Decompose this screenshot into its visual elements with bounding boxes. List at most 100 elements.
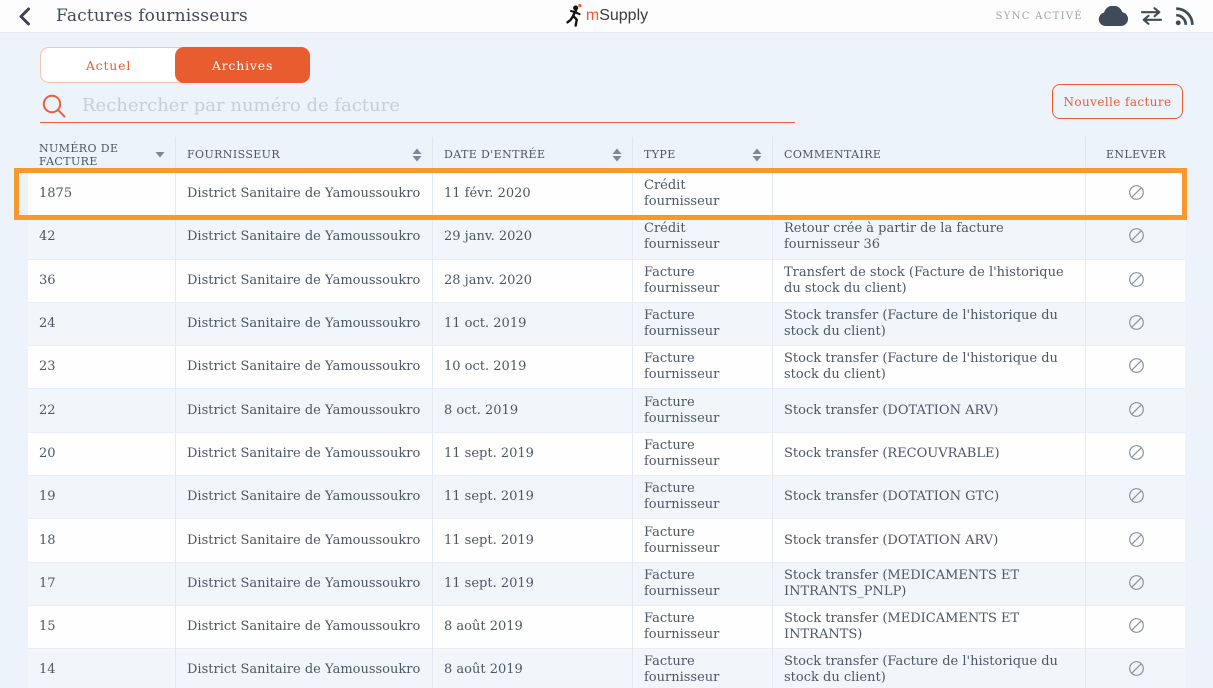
invoice-row[interactable]: 18District Sanitaire de Yamoussoukro11 s… — [28, 519, 1185, 562]
cell-number: 17 — [28, 563, 175, 606]
column-header-date-d-entr-e[interactable]: DATE D'ENTRÉE — [432, 137, 632, 172]
cell-remove — [1085, 519, 1185, 562]
remove-invoice-button[interactable] — [1128, 487, 1145, 507]
cell-supplier: District Sanitaire de Yamoussoukro — [175, 519, 432, 562]
cell-remove — [1085, 389, 1185, 432]
cell-remove — [1085, 649, 1185, 688]
remove-invoice-button[interactable] — [1128, 357, 1145, 377]
tab-archives[interactable]: Archives — [175, 47, 310, 83]
circle-slash-icon — [1128, 227, 1145, 247]
remove-invoice-button[interactable] — [1128, 444, 1145, 464]
invoice-row[interactable]: 19District Sanitaire de Yamoussoukro11 s… — [28, 476, 1185, 519]
invoice-row[interactable]: 24District Sanitaire de Yamoussoukro11 o… — [28, 303, 1185, 346]
invoice-row[interactable]: 14District Sanitaire de Yamoussoukro8 ao… — [28, 649, 1185, 688]
cell-comment: Stock transfer (Facture de l'historique … — [772, 649, 1085, 688]
cell-type: Crédit fournisseur — [632, 216, 772, 259]
column-label: ENLEVER — [1106, 148, 1166, 161]
invoice-row[interactable]: 42District Sanitaire de Yamoussoukro29 j… — [28, 216, 1185, 259]
circle-slash-icon — [1128, 357, 1145, 377]
invoice-row[interactable]: 23District Sanitaire de Yamoussoukro10 o… — [28, 346, 1185, 389]
main-content: Actuel Archives Nouvelle facture NUMÉRO … — [0, 33, 1213, 688]
tab-actuel[interactable]: Actuel — [41, 48, 176, 82]
cell-comment: Stock transfer (Facture de l'historique … — [772, 303, 1085, 346]
remove-invoice-button[interactable] — [1128, 314, 1145, 334]
app-header: Factures fournisseurs mSupply SYNC ACTIV… — [0, 0, 1213, 33]
cell-type: Facture fournisseur — [632, 389, 772, 432]
cell-supplier: District Sanitaire de Yamoussoukro — [175, 216, 432, 259]
new-invoice-button[interactable]: Nouvelle facture — [1052, 84, 1183, 119]
cell-date: 11 févr. 2020 — [432, 173, 632, 216]
remove-invoice-button[interactable] — [1128, 574, 1145, 594]
circle-slash-icon — [1128, 271, 1145, 291]
sort-icon — [612, 148, 622, 162]
invoice-row[interactable]: 22District Sanitaire de Yamoussoukro8 oc… — [28, 389, 1185, 432]
cell-comment: Stock transfer (DOTATION GTC) — [772, 476, 1085, 519]
sort-desc-icon — [155, 151, 165, 158]
cell-number: 1875 — [28, 173, 175, 216]
column-label: NUMÉRO DE FACTURE — [39, 142, 149, 168]
cell-remove — [1085, 606, 1185, 649]
circle-slash-icon — [1128, 401, 1145, 421]
cell-date: 11 sept. 2019 — [432, 519, 632, 562]
cloud-icon — [1097, 6, 1129, 27]
cell-comment: Stock transfer (RECOUVRABLE) — [772, 433, 1085, 476]
back-button[interactable] — [18, 3, 48, 29]
cell-number: 15 — [28, 606, 175, 649]
column-header-enlever: ENLEVER — [1085, 137, 1185, 172]
cell-type: Facture fournisseur — [632, 606, 772, 649]
wifi-icon — [1174, 6, 1195, 27]
table-body: 1875District Sanitaire de Yamoussoukro11… — [28, 173, 1185, 688]
cell-number: 18 — [28, 519, 175, 562]
circle-slash-icon — [1128, 617, 1145, 637]
cell-comment: Stock transfer (MEDICAMENTS ET INTRANTS_… — [772, 563, 1085, 606]
invoice-row[interactable]: 20District Sanitaire de Yamoussoukro11 s… — [28, 433, 1185, 476]
sort-icon — [752, 148, 762, 162]
cell-number: 36 — [28, 260, 175, 303]
invoice-row[interactable]: 36District Sanitaire de Yamoussoukro28 j… — [28, 260, 1185, 303]
remove-invoice-button[interactable] — [1128, 660, 1145, 680]
column-header-num-ro-de-facture[interactable]: NUMÉRO DE FACTURE — [28, 137, 175, 172]
circle-slash-icon — [1128, 184, 1145, 204]
cell-supplier: District Sanitaire de Yamoussoukro — [175, 389, 432, 432]
chevron-left-icon — [18, 7, 31, 26]
circle-slash-icon — [1128, 660, 1145, 680]
cell-type: Facture fournisseur — [632, 303, 772, 346]
invoice-row[interactable]: 17District Sanitaire de Yamoussoukro11 s… — [28, 563, 1185, 606]
cell-supplier: District Sanitaire de Yamoussoukro — [175, 433, 432, 476]
msupply-wordmark: mSupply — [586, 7, 648, 25]
cell-date: 29 janv. 2020 — [432, 216, 632, 259]
cell-remove — [1085, 173, 1185, 216]
cell-supplier: District Sanitaire de Yamoussoukro — [175, 303, 432, 346]
remove-invoice-button[interactable] — [1128, 227, 1145, 247]
runner-icon — [565, 3, 584, 29]
cell-comment: Stock transfer (DOTATION ARV) — [772, 519, 1085, 562]
cell-date: 8 août 2019 — [432, 649, 632, 688]
cell-supplier: District Sanitaire de Yamoussoukro — [175, 173, 432, 216]
sync-indicators[interactable] — [1097, 6, 1195, 27]
invoice-row[interactable]: 1875District Sanitaire de Yamoussoukro11… — [28, 173, 1185, 216]
remove-invoice-button[interactable] — [1128, 184, 1145, 204]
cell-comment — [772, 173, 1085, 216]
cell-type: Facture fournisseur — [632, 433, 772, 476]
remove-invoice-button[interactable] — [1128, 271, 1145, 291]
invoice-row[interactable]: 15District Sanitaire de Yamoussoukro8 ao… — [28, 606, 1185, 649]
sync-status: SYNC ACTIVÉ — [996, 11, 1083, 22]
cell-number: 19 — [28, 476, 175, 519]
column-header-fournisseur[interactable]: FOURNISSEUR — [175, 137, 432, 172]
cell-comment: Retour crée à partir de la facture fourn… — [772, 216, 1085, 259]
cell-type: Facture fournisseur — [632, 346, 772, 389]
invoices-table: NUMÉRO DE FACTURE FOURNISSEURDATE D'ENTRÉ… — [28, 137, 1185, 688]
circle-slash-icon — [1128, 444, 1145, 464]
cell-number: 24 — [28, 303, 175, 346]
search-box[interactable] — [40, 89, 795, 123]
remove-invoice-button[interactable] — [1128, 401, 1145, 421]
cell-remove — [1085, 303, 1185, 346]
cell-date: 11 oct. 2019 — [432, 303, 632, 346]
search-input[interactable] — [82, 95, 795, 116]
cell-type: Crédit fournisseur — [632, 173, 772, 216]
column-header-type[interactable]: TYPE — [632, 137, 772, 172]
search-icon — [40, 92, 68, 120]
remove-invoice-button[interactable] — [1128, 617, 1145, 637]
remove-invoice-button[interactable] — [1128, 531, 1145, 551]
cell-supplier: District Sanitaire de Yamoussoukro — [175, 606, 432, 649]
